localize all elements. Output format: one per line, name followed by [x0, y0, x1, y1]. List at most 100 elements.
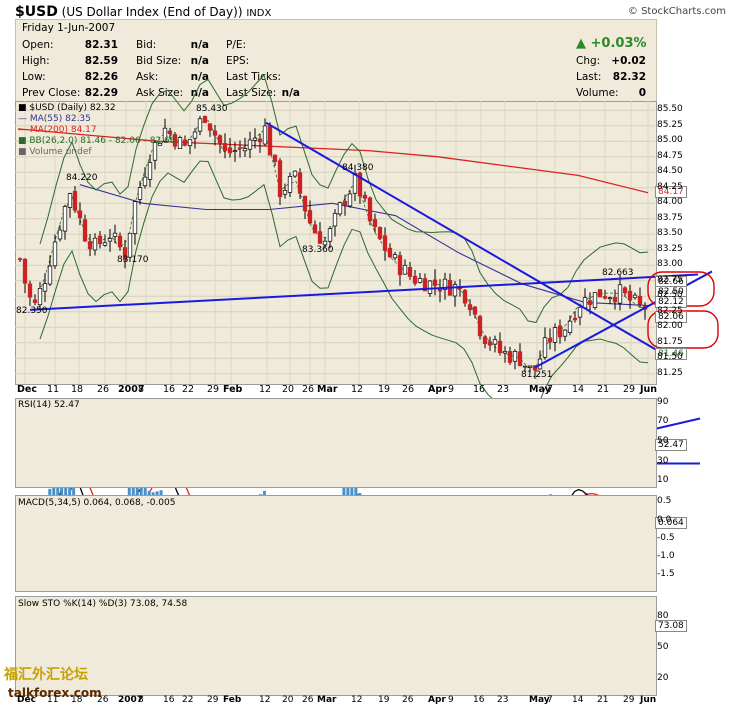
candle-body	[557, 325, 563, 338]
candle-body	[107, 238, 113, 242]
candle-body	[547, 338, 553, 343]
candle-body	[47, 265, 53, 285]
candle-body	[417, 278, 423, 283]
rsi-axis-tick: 50	[657, 436, 669, 446]
sto-panel	[15, 596, 657, 696]
price-tick: 84.50	[657, 166, 683, 177]
rsi-axis-tick: 10	[657, 475, 669, 486]
legend-ma200: — MA(200) 84.17	[18, 125, 97, 135]
candle-body	[137, 187, 143, 200]
candle-body	[202, 116, 208, 123]
candle-body	[287, 176, 293, 193]
candle-body	[397, 255, 403, 276]
x-tick: 21	[597, 384, 610, 395]
anno-83170: 83.170	[117, 255, 149, 265]
x-tick: 16	[473, 384, 486, 395]
anno-85430: 85.430	[196, 104, 228, 114]
candle-body	[587, 300, 593, 305]
candle-body	[467, 304, 473, 311]
x-tick: 29	[207, 384, 220, 395]
candle-body	[222, 143, 228, 152]
x-tick: 9	[448, 384, 455, 395]
sto-tag: 73.08	[655, 620, 687, 632]
candle-body	[327, 228, 333, 242]
legend-price: ■ $USD (Daily) 82.32	[18, 103, 116, 113]
x-tick-bottom: 12	[259, 695, 271, 705]
candle-body	[627, 290, 633, 301]
candle-body	[72, 190, 78, 211]
candle-body	[62, 206, 68, 232]
candle-body	[497, 340, 503, 354]
x-tick-bottom: 22	[182, 695, 194, 705]
x-tick: Jun	[640, 384, 658, 395]
candle-body	[212, 130, 218, 136]
candle-body	[552, 327, 558, 343]
candle-body	[367, 197, 373, 222]
price-tick: 82.50	[657, 290, 683, 301]
candle-body	[347, 193, 353, 207]
candle-body	[52, 241, 58, 267]
candle-body	[427, 280, 433, 294]
candle-body	[562, 329, 568, 337]
price-tick: 82.75	[657, 274, 683, 285]
candle-body	[567, 320, 573, 333]
x-tick-bottom: 12	[351, 695, 363, 705]
candle-body	[22, 258, 28, 284]
candle-body	[402, 264, 408, 275]
candle-body	[592, 292, 598, 308]
price-tick: 83.00	[657, 259, 683, 270]
candle-body	[42, 283, 48, 292]
candle-body	[577, 306, 583, 318]
candle-body	[27, 283, 33, 298]
x-tick: Mar	[317, 384, 338, 395]
candle-body	[572, 317, 578, 321]
candle-body	[462, 289, 468, 304]
anno-82663: 82.663	[602, 268, 634, 278]
x-tick-bottom: Apr	[428, 695, 446, 705]
candle-body	[492, 339, 498, 345]
anno-84380: 84.380	[342, 163, 374, 173]
rsi-axis-tick: 30	[657, 455, 669, 466]
candle-body	[217, 135, 223, 144]
candle-body	[87, 241, 93, 250]
candle-body	[292, 170, 298, 177]
candle-body	[117, 235, 123, 248]
price-tick: 82.25	[657, 305, 683, 316]
anno-82350: 82.350	[16, 306, 48, 316]
candle-body	[232, 150, 238, 152]
x-tick: 22	[182, 384, 195, 395]
candle-body	[267, 125, 273, 156]
candle-body	[487, 341, 493, 346]
candle-body	[257, 138, 263, 143]
candle-body	[452, 284, 458, 297]
candle-body	[512, 351, 518, 362]
candle-body	[542, 337, 548, 358]
candle-body	[17, 258, 23, 261]
candle-body	[82, 219, 88, 242]
candle-body	[297, 172, 303, 194]
price-tick: 81.25	[657, 367, 683, 378]
x-tick: 12	[259, 384, 272, 395]
rsi-axis-tick: 70	[657, 416, 669, 427]
x-tick-bottom: 23	[497, 695, 509, 705]
price-tick: 84.75	[657, 150, 683, 161]
candle-body	[242, 148, 248, 152]
macd-axis-tick: -0.5	[657, 532, 675, 543]
x-tick: 19	[378, 384, 391, 395]
candle-body	[197, 118, 203, 132]
candle-body	[57, 229, 63, 240]
candle-body	[597, 289, 603, 298]
candle-body	[167, 130, 173, 134]
x-tick-bottom: 16	[163, 695, 175, 705]
candle-body	[527, 365, 533, 368]
candle-body	[432, 279, 438, 286]
sto-label: Slow STO %K(14) %D(3) 73.08, 74.58	[18, 599, 188, 609]
candle-body	[607, 297, 613, 300]
rsi-panel	[15, 398, 657, 488]
x-tick: 26	[402, 384, 415, 395]
macd-axis-tick: -1.0	[657, 551, 675, 562]
price-tick: 85.50	[657, 104, 683, 115]
candle-body	[612, 296, 618, 303]
candle-body	[602, 296, 608, 299]
x-tick-bottom: 20	[282, 695, 294, 705]
